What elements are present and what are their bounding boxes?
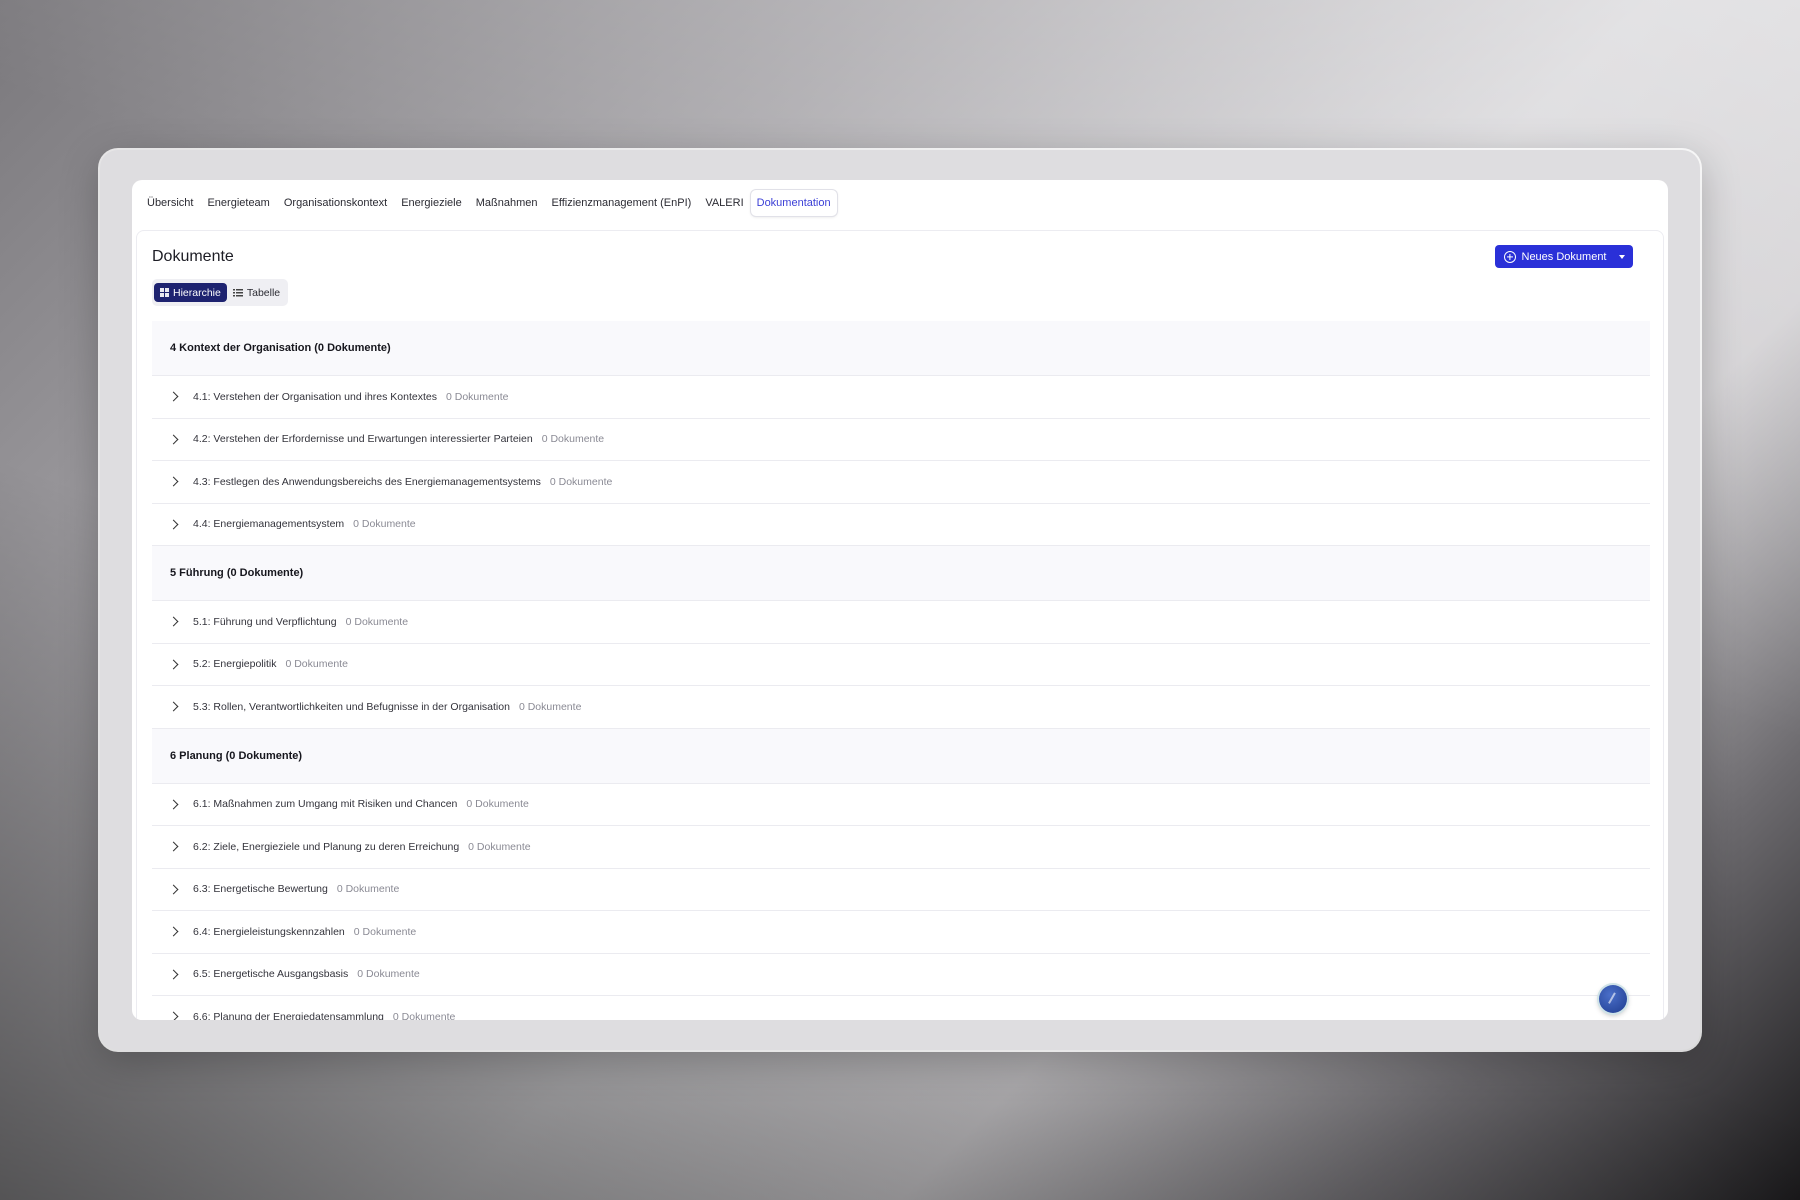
chevron-right-icon[interactable] bbox=[168, 701, 179, 712]
chevron-right-icon[interactable] bbox=[168, 969, 179, 980]
list-item[interactable]: 6.2: Ziele, Energieziele und Planung zu … bbox=[152, 826, 1650, 869]
chevron-right-icon[interactable] bbox=[168, 1011, 179, 1020]
documents-panel: Dokumente Neues Dokument Hierarchie Tabe… bbox=[136, 230, 1664, 1020]
item-label: 6.1: Maßnahmen zum Umgang mit Risiken un… bbox=[193, 798, 458, 811]
chevron-right-icon[interactable] bbox=[168, 659, 179, 670]
item-label: 6.6: Planung der Energiedatensammlung bbox=[193, 1010, 384, 1020]
view-table-button[interactable]: Tabelle bbox=[227, 283, 286, 302]
tab-dokumentation[interactable]: Dokumentation bbox=[750, 190, 837, 216]
window-frame: Übersicht Energieteam Organisationskonte… bbox=[100, 150, 1700, 1050]
item-count: 0 Dokumente bbox=[392, 1010, 456, 1020]
list-item[interactable]: 6.4: Energieleistungskennzahlen 0 Dokume… bbox=[152, 911, 1650, 954]
grid-icon bbox=[160, 288, 169, 297]
chevron-right-icon[interactable] bbox=[168, 884, 179, 895]
new-document-button[interactable]: Neues Dokument bbox=[1495, 245, 1633, 268]
tab-uebersicht[interactable]: Übersicht bbox=[140, 191, 200, 215]
chevron-right-icon[interactable] bbox=[168, 926, 179, 937]
new-document-label: Neues Dokument bbox=[1521, 250, 1607, 263]
list-item[interactable]: 4.4: Energiemanagementsystem 0 Dokumente bbox=[152, 504, 1650, 546]
list-item[interactable]: 4.3: Festlegen des Anwendungsbereichs de… bbox=[152, 461, 1650, 504]
list-item[interactable]: 4.2: Verstehen der Erfordernisse und Erw… bbox=[152, 419, 1650, 461]
item-count: 0 Dokumente bbox=[353, 518, 416, 531]
item-count: 0 Dokumente bbox=[345, 615, 409, 628]
tab-effizienzmanagement[interactable]: Effizienzmanagement (EnPI) bbox=[545, 191, 699, 215]
item-count: 0 Dokumente bbox=[336, 883, 400, 896]
item-label: 6.2: Ziele, Energieziele und Planung zu … bbox=[193, 840, 460, 853]
item-label: 5.2: Energiepolitik bbox=[193, 658, 277, 671]
chevron-right-icon[interactable] bbox=[168, 476, 179, 487]
chevron-right-icon[interactable] bbox=[168, 434, 179, 445]
tab-bar: Übersicht Energieteam Organisationskonte… bbox=[140, 189, 837, 217]
item-label: 4.3: Festlegen des Anwendungsbereichs de… bbox=[193, 475, 541, 488]
section-header: 5 Führung (0 Dokumente) bbox=[152, 546, 1650, 601]
tab-energieziele[interactable]: Energieziele bbox=[394, 191, 469, 215]
section-header: 4 Kontext der Organisation (0 Dokumente) bbox=[152, 321, 1650, 376]
chevron-right-icon[interactable] bbox=[168, 616, 179, 627]
item-label: 4.1: Verstehen der Organisation und ihre… bbox=[193, 390, 437, 403]
view-hierarchy-label: Hierarchie bbox=[173, 286, 221, 299]
view-table-label: Tabelle bbox=[246, 286, 281, 299]
view-hierarchy-button[interactable]: Hierarchie bbox=[154, 283, 227, 302]
list-item[interactable]: 5.2: Energiepolitik 0 Dokumente bbox=[152, 644, 1650, 686]
item-label: 5.1: Führung und Verpflichtung bbox=[193, 615, 337, 628]
item-count: 0 Dokumente bbox=[518, 700, 582, 713]
item-count: 0 Dokumente bbox=[357, 968, 420, 981]
item-label: 5.3: Rollen, Verantwortlichkeiten und Be… bbox=[193, 700, 510, 713]
chevron-right-icon[interactable] bbox=[168, 799, 179, 810]
item-label: 6.3: Energetische Bewertung bbox=[193, 883, 328, 896]
item-count: 0 Dokumente bbox=[549, 475, 613, 488]
list-item[interactable]: 6.3: Energetische Bewertung 0 Dokumente bbox=[152, 869, 1650, 911]
item-count: 0 Dokumente bbox=[446, 390, 509, 403]
list-item[interactable]: 5.1: Führung und Verpflichtung 0 Dokumen… bbox=[152, 601, 1650, 644]
assistant-fab-button[interactable] bbox=[1599, 985, 1627, 1013]
item-count: 0 Dokumente bbox=[353, 925, 417, 938]
list-item[interactable]: 4.1: Verstehen der Organisation und ihre… bbox=[152, 376, 1650, 419]
plus-circle-icon bbox=[1503, 250, 1516, 263]
section-header: 6 Planung (0 Dokumente) bbox=[152, 728, 1650, 784]
tab-valeri[interactable]: VALERI bbox=[698, 191, 750, 215]
list-item[interactable]: 5.3: Rollen, Verantwortlichkeiten und Be… bbox=[152, 686, 1650, 729]
item-count: 0 Dokumente bbox=[541, 433, 605, 446]
view-toggle: Hierarchie Tabelle bbox=[152, 279, 289, 306]
chevron-right-icon[interactable] bbox=[168, 391, 179, 402]
list-item[interactable]: 6.5: Energetische Ausgangsbasis 0 Dokume… bbox=[152, 954, 1650, 996]
item-count: 0 Dokumente bbox=[468, 840, 531, 853]
pencil-icon bbox=[1608, 992, 1616, 1004]
chevron-right-icon[interactable] bbox=[168, 519, 179, 530]
item-label: 4.2: Verstehen der Erfordernisse und Erw… bbox=[193, 433, 533, 446]
tab-energieteam[interactable]: Energieteam bbox=[200, 191, 276, 215]
item-label: 6.5: Energetische Ausgangsbasis bbox=[193, 968, 349, 981]
list-icon bbox=[232, 288, 243, 297]
caret-down-icon bbox=[1618, 254, 1625, 259]
list-item[interactable]: 6.1: Maßnahmen zum Umgang mit Risiken un… bbox=[152, 784, 1650, 826]
app-container: Übersicht Energieteam Organisationskonte… bbox=[132, 180, 1668, 1020]
chevron-right-icon[interactable] bbox=[168, 841, 179, 852]
item-count: 0 Dokumente bbox=[285, 658, 348, 671]
page-title: Dokumente bbox=[152, 248, 234, 265]
item-label: 6.4: Energieleistungskennzahlen bbox=[193, 925, 345, 938]
item-label: 4.4: Energiemanagementsystem bbox=[193, 518, 345, 531]
item-count: 0 Dokumente bbox=[466, 798, 529, 811]
document-hierarchy: 4 Kontext der Organisation (0 Dokumente)… bbox=[152, 321, 1650, 1020]
tab-organisationskontext[interactable]: Organisationskontext bbox=[277, 191, 394, 215]
tab-massnahmen[interactable]: Maßnahmen bbox=[469, 191, 545, 215]
list-item[interactable]: 6.6: Planung der Energiedatensammlung 0 … bbox=[152, 996, 1650, 1020]
